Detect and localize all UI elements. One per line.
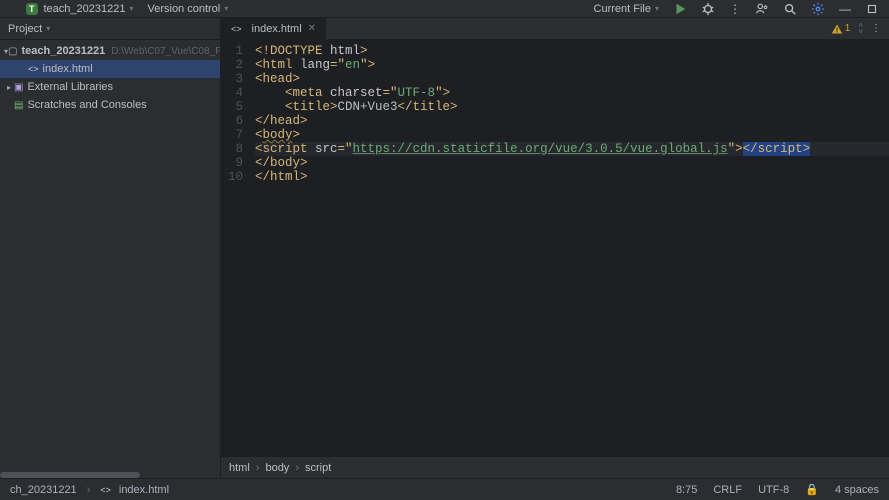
chevron-right-icon: › [87,484,91,496]
more-actions-icon[interactable]: ⋮ [729,2,741,16]
code-with-me-icon[interactable] [755,2,769,16]
html-file-icon: <> [28,64,39,74]
status-encoding[interactable]: UTF-8 [758,484,789,496]
chevron-down-icon[interactable]: ▾ [129,4,133,13]
project-scrollbar[interactable] [0,472,220,478]
main-menu-icon[interactable] [6,2,20,16]
tree-scratches[interactable]: ▤ Scratches and Consoles [0,96,220,114]
minimize-icon[interactable]: — [839,2,851,16]
tree-external-libraries[interactable]: ▸ ▣ External Libraries [0,78,220,96]
project-tree: ▾ ▢ teach_20231221 D:\Web\C07_Vue\C08_Fr… [0,40,220,116]
navigate-up-down-icon[interactable]: ˄˅ [858,23,863,35]
status-line-sep[interactable]: CRLF [713,484,742,496]
search-icon[interactable] [783,2,797,16]
scratches-icon: ▤ [14,100,23,111]
bc-item[interactable]: html [229,462,250,474]
project-panel-header[interactable]: Project ▾ [0,18,220,40]
project-badge: T [26,3,38,15]
tree-root[interactable]: ▾ ▢ teach_20231221 D:\Web\C07_Vue\C08_Fr… [0,42,220,60]
bc-item[interactable]: script [305,462,331,474]
status-indent[interactable]: 4 spaces [835,484,879,496]
bc-item[interactable]: body [265,462,289,474]
close-icon[interactable]: ✕ [308,23,316,34]
run-config-label[interactable]: Current File ▾ [594,3,659,15]
chevron-right-icon[interactable]: ▸ [4,83,14,92]
tree-file-index[interactable]: <> index.html [0,60,220,78]
more-icon[interactable]: ⋮ [871,23,881,34]
breadcrumb[interactable]: html › body › script [221,456,889,478]
status-file[interactable]: index.html [119,484,169,496]
run-icon[interactable] [673,2,687,16]
chevron-right-icon: › [256,462,260,474]
tab-index-html[interactable]: <> index.html ✕ [221,18,327,40]
project-name[interactable]: teach_20231221 [44,3,126,15]
settings-icon[interactable] [811,2,825,16]
library-icon: ▣ [14,82,23,93]
version-control-menu[interactable]: Version control [147,3,220,15]
readonly-lock-icon[interactable]: 🔒 [805,483,819,496]
code-editor[interactable]: 1 2 3 4 5 6 7 8 9 10 <!DOCTYPE html> <ht… [221,40,889,456]
tab-label: index.html [252,23,302,35]
warnings-indicator[interactable]: 1 [831,23,851,35]
chevron-down-icon[interactable]: ▾ [224,4,228,13]
folder-icon: ▢ [8,46,17,57]
chevron-right-icon: › [295,462,299,474]
status-project[interactable]: ch_20231221 [10,484,77,496]
html-file-icon: <> [231,24,242,34]
line-gutter: 1 2 3 4 5 6 7 8 9 10 [221,40,249,456]
status-position[interactable]: 8:75 [676,484,697,496]
html-file-icon: <> [100,485,111,495]
restore-icon[interactable] [865,2,879,16]
debug-icon[interactable] [701,2,715,16]
